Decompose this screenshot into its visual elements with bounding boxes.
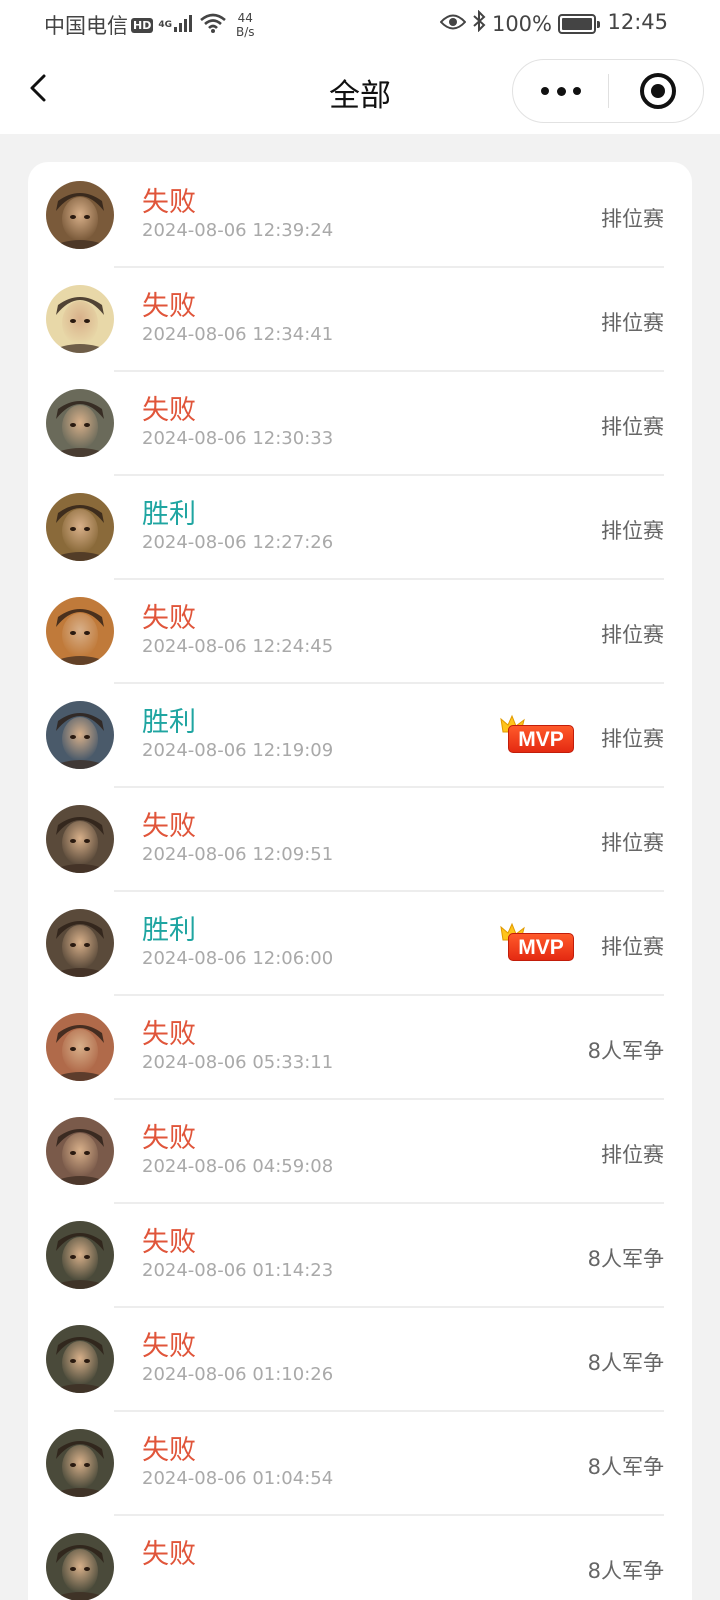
hero-avatar	[46, 493, 114, 561]
result-label: 失败	[142, 395, 196, 426]
mvp-badge: MVP	[500, 922, 580, 964]
record-row[interactable]: 失败 2024-08-06 12:30:33 排位赛	[28, 370, 692, 476]
more-dot	[557, 87, 566, 96]
game-mode: 排位赛	[601, 415, 664, 439]
match-time: 2024-08-06 01:04:54	[142, 1468, 334, 1489]
record-dot	[651, 84, 665, 98]
game-mode: 排位赛	[601, 207, 664, 231]
result-label: 失败	[142, 1123, 196, 1154]
game-mode: 8人军争	[587, 1559, 664, 1583]
match-time: 2024-08-06 12:27:26	[142, 532, 334, 553]
match-time: 2024-08-06 12:06:00	[142, 948, 334, 969]
battery-percent: 100%	[491, 11, 552, 36]
record-row[interactable]: 失败 2024-08-06 12:24:45 排位赛	[28, 578, 692, 684]
hero-avatar	[46, 805, 114, 873]
hero-avatar	[46, 1013, 114, 1081]
network-speed: 44 B/s	[236, 11, 255, 39]
result-label: 失败	[142, 1227, 196, 1258]
match-time: 2024-08-06 12:39:24	[142, 220, 334, 241]
result-label: 胜利	[142, 707, 196, 738]
eye-icon	[439, 12, 467, 36]
match-time: 2024-08-06 01:10:26	[142, 1364, 334, 1385]
hero-avatar	[46, 1221, 114, 1289]
wifi-icon	[200, 13, 226, 38]
hero-avatar	[46, 1325, 114, 1393]
match-time: 2024-08-06 12:34:41	[142, 324, 334, 345]
result-label: 失败	[142, 603, 196, 634]
record-row[interactable]: 失败 2024-08-06 05:33:11 8人军争	[28, 994, 692, 1100]
record-row[interactable]: 失败 8人军争	[28, 1514, 692, 1600]
carrier-label: 中国电信	[44, 14, 128, 38]
result-label: 失败	[142, 811, 196, 842]
record-row[interactable]: 失败 2024-08-06 01:10:26 8人军争	[28, 1306, 692, 1412]
mini-program-capsule	[512, 59, 704, 123]
hd-icon: HD	[131, 17, 154, 33]
result-label: 胜利	[142, 499, 196, 530]
result-label: 失败	[142, 291, 196, 322]
record-row[interactable]: 胜利 2024-08-06 12:27:26 排位赛	[28, 474, 692, 580]
game-mode: 8人军争	[587, 1039, 664, 1063]
record-row[interactable]: 失败 2024-08-06 01:14:23 8人军争	[28, 1202, 692, 1308]
match-time: 2024-08-06 12:09:51	[142, 844, 334, 865]
match-time: 2024-08-06 01:14:23	[142, 1260, 334, 1281]
hero-avatar	[46, 181, 114, 249]
game-mode: 排位赛	[601, 519, 664, 543]
bluetooth-icon	[472, 9, 486, 37]
status-bar: 中国电信 HD 4G 44 B/s 100% 12:45	[0, 0, 720, 50]
hero-avatar	[46, 597, 114, 665]
close-button[interactable]	[609, 60, 705, 122]
hero-avatar	[46, 1117, 114, 1185]
status-time: 12:45	[607, 10, 668, 34]
mvp-label: MVP	[508, 725, 574, 753]
game-mode: 排位赛	[601, 623, 664, 647]
game-mode: 排位赛	[601, 1143, 664, 1167]
record-row[interactable]: 胜利 2024-08-06 12:06:00 MVP 排位赛	[28, 890, 692, 996]
network-type-icon: 4G	[158, 19, 172, 30]
record-row[interactable]: 胜利 2024-08-06 12:19:09 MVP 排位赛	[28, 682, 692, 788]
signal-icon	[174, 13, 194, 37]
game-mode: 排位赛	[601, 311, 664, 335]
record-row[interactable]: 失败 2024-08-06 01:04:54 8人军争	[28, 1410, 692, 1516]
hero-avatar	[46, 285, 114, 353]
match-time: 2024-08-06 04:59:08	[142, 1156, 334, 1177]
record-row[interactable]: 失败 2024-08-06 12:09:51 排位赛	[28, 786, 692, 892]
game-mode: 排位赛	[601, 831, 664, 855]
more-button[interactable]	[513, 60, 609, 122]
match-time: 2024-08-06 12:30:33	[142, 428, 334, 449]
nav-bar: 全部	[0, 50, 720, 134]
game-mode: 8人军争	[587, 1247, 664, 1271]
match-time: 2024-08-06 12:19:09	[142, 740, 334, 761]
hero-avatar	[46, 909, 114, 977]
record-row[interactable]: 失败 2024-08-06 04:59:08 排位赛	[28, 1098, 692, 1204]
hero-avatar	[46, 1533, 114, 1600]
mvp-label: MVP	[508, 933, 574, 961]
hero-avatar	[46, 1429, 114, 1497]
result-label: 失败	[142, 1435, 196, 1466]
result-label: 失败	[142, 187, 196, 218]
game-mode: 排位赛	[601, 935, 664, 959]
match-time: 2024-08-06 12:24:45	[142, 636, 334, 657]
game-mode: 8人军争	[587, 1455, 664, 1479]
result-label: 失败	[142, 1539, 196, 1570]
battery-icon	[558, 13, 600, 34]
speed-value: 44	[237, 11, 253, 25]
result-label: 失败	[142, 1331, 196, 1362]
record-row[interactable]: 失败 2024-08-06 12:39:24 排位赛	[28, 162, 692, 268]
status-left: 中国电信 HD 4G 44 B/s	[44, 10, 255, 40]
hero-avatar	[46, 389, 114, 457]
more-dots-icon	[541, 87, 549, 95]
game-mode: 排位赛	[601, 727, 664, 751]
status-right: 100%	[434, 9, 600, 37]
result-label: 胜利	[142, 915, 196, 946]
mvp-badge: MVP	[500, 714, 580, 756]
record-list: 失败 2024-08-06 12:39:24 排位赛 失败 2024-08-06 12:…	[28, 162, 692, 1600]
game-mode: 8人军争	[587, 1351, 664, 1375]
result-label: 失败	[142, 1019, 196, 1050]
speed-unit: B/s	[236, 25, 255, 39]
more-dot	[573, 87, 581, 95]
match-time: 2024-08-06 05:33:11	[142, 1052, 334, 1073]
hero-avatar	[46, 701, 114, 769]
record-row[interactable]: 失败 2024-08-06 12:34:41 排位赛	[28, 266, 692, 372]
